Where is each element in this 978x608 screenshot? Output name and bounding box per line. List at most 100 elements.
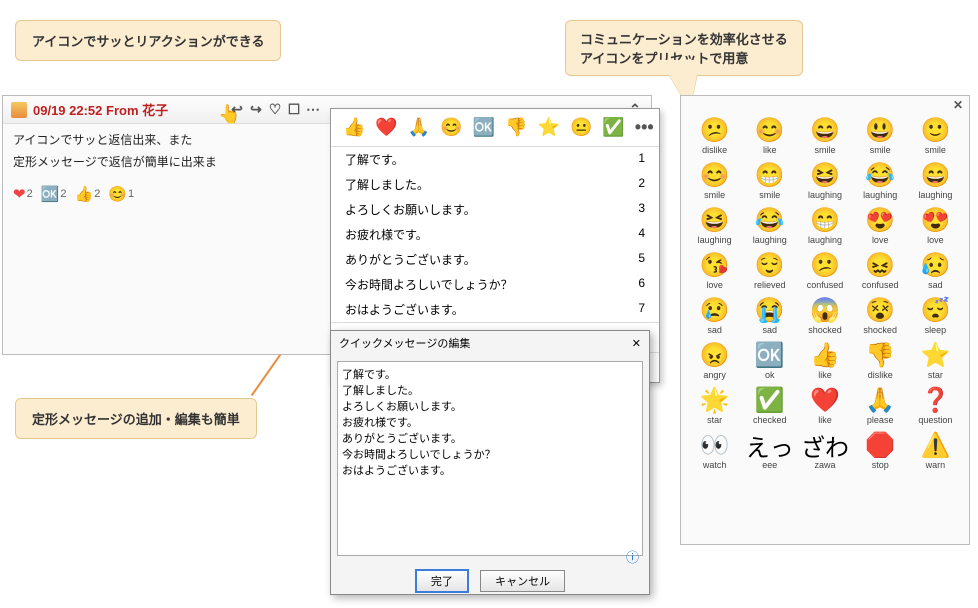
- emoji-love[interactable]: 😘love: [687, 249, 742, 292]
- emoji-angry[interactable]: 😠angry: [687, 339, 742, 382]
- emoji-shocked[interactable]: 😵shocked: [853, 294, 908, 337]
- emoji-confused[interactable]: 😕confused: [797, 249, 852, 292]
- emoji-please[interactable]: 🙏please: [853, 384, 908, 427]
- emoji-love[interactable]: 😍love: [853, 204, 908, 247]
- emoji-eee[interactable]: えっeee: [742, 429, 797, 472]
- emoji-ok[interactable]: 🆗ok: [742, 339, 797, 382]
- quick-message-item[interactable]: よろしくお願いします。3: [331, 197, 659, 222]
- emoji-label: laughing: [797, 235, 852, 245]
- quick-emoji-row: 👍 ❤️ 🙏 😊 🆗 👎 ⭐ 😐 ✅ •••: [331, 109, 659, 146]
- emoji-watch[interactable]: 👀watch: [687, 429, 742, 472]
- emoji-label: laughing: [687, 235, 742, 245]
- close-icon[interactable]: ✕: [681, 96, 969, 114]
- emoji-stop[interactable]: 🛑stop: [853, 429, 908, 472]
- checkbox-icon[interactable]: ☐: [286, 102, 302, 118]
- like-icon: ❤️: [797, 386, 852, 414]
- emoji-label: angry: [687, 370, 742, 380]
- reaction-ok[interactable]: 🆗2: [41, 185, 67, 203]
- emoji-label: love: [853, 235, 908, 245]
- emoji-sleep[interactable]: 😴sleep: [908, 294, 963, 337]
- emoji-label: smile: [687, 190, 742, 200]
- reaction-smile[interactable]: 😊1: [108, 185, 134, 203]
- thumbsdown-icon[interactable]: 👎: [505, 117, 527, 138]
- close-icon[interactable]: ✕: [632, 337, 641, 350]
- help-icon[interactable]: ⓘ: [626, 547, 639, 566]
- neutral-icon[interactable]: 😐: [570, 117, 592, 138]
- emoji-label: dislike: [853, 370, 908, 380]
- laughing-icon: 😂: [853, 161, 908, 189]
- smile-icon: 😃: [853, 116, 908, 144]
- check-icon[interactable]: ✅: [602, 117, 624, 138]
- emoji-smile[interactable]: 😁smile: [742, 159, 797, 202]
- emoji-laughing[interactable]: 😂laughing: [853, 159, 908, 202]
- emoji-label: laughing: [908, 190, 963, 200]
- ok-icon[interactable]: 🆗: [473, 117, 495, 138]
- emoji-label: like: [797, 415, 852, 425]
- quick-message-item[interactable]: 今お時間よろしいでしょうか？6: [331, 272, 659, 297]
- heart-icon[interactable]: ❤️: [375, 117, 397, 138]
- emoji-like[interactable]: ❤️like: [797, 384, 852, 427]
- emoji-warn[interactable]: ⚠️warn: [908, 429, 963, 472]
- emoji-dislike[interactable]: 👎dislike: [853, 339, 908, 382]
- quick-message-item[interactable]: 了解しました。2: [331, 172, 659, 197]
- emoji-like[interactable]: 👍like: [797, 339, 852, 382]
- star-icon: ⭐: [908, 341, 963, 369]
- emoji-laughing[interactable]: 😁laughing: [797, 204, 852, 247]
- quick-message-textarea[interactable]: [337, 361, 643, 556]
- emoji-label: confused: [853, 280, 908, 290]
- emoji-question[interactable]: ❓question: [908, 384, 963, 427]
- emoji-laughing[interactable]: 😆laughing: [687, 204, 742, 247]
- eee-icon: えっ: [742, 431, 797, 459]
- emoji-love[interactable]: 😍love: [908, 204, 963, 247]
- like-icon: 👍: [797, 341, 852, 369]
- emoji-smile[interactable]: 😄smile: [797, 114, 852, 157]
- emoji-grid: 😕dislike😊like😄smile😃smile🙂smile😊smile😁sm…: [681, 114, 969, 478]
- confused-icon: 😕: [797, 251, 852, 279]
- emoji-checked[interactable]: ✅checked: [742, 384, 797, 427]
- emoji-label: question: [908, 415, 963, 425]
- cancel-button[interactable]: キャンセル: [480, 570, 565, 592]
- emoji-star[interactable]: ⭐star: [908, 339, 963, 382]
- emoji-laughing[interactable]: 😂laughing: [742, 204, 797, 247]
- pray-icon[interactable]: 🙏: [408, 117, 430, 138]
- emoji-dislike[interactable]: 😕dislike: [687, 114, 742, 157]
- more-icon[interactable]: ⋯: [305, 102, 321, 118]
- laughing-icon: 😁: [797, 206, 852, 234]
- emoji-sad[interactable]: 😥sad: [908, 249, 963, 292]
- smile-icon[interactable]: 😊: [440, 117, 462, 138]
- quick-message-item[interactable]: おはようございます。7: [331, 297, 659, 322]
- emoji-smile[interactable]: 😃smile: [853, 114, 908, 157]
- more-emoji-icon[interactable]: •••: [635, 117, 654, 138]
- emoji-laughing[interactable]: 😆laughing: [797, 159, 852, 202]
- quick-message-item[interactable]: ありがとうございます。5: [331, 247, 659, 272]
- callout-reactions: アイコンでサッとリアクションができる: [15, 20, 281, 61]
- emoji-sad[interactable]: 😢sad: [687, 294, 742, 337]
- emoji-laughing[interactable]: 😄laughing: [908, 159, 963, 202]
- emoji-relieved[interactable]: 😌relieved: [742, 249, 797, 292]
- quick-message-item[interactable]: お疲れ様です。4: [331, 222, 659, 247]
- emoji-label: shocked: [853, 325, 908, 335]
- star-icon[interactable]: ⭐: [538, 117, 560, 138]
- reaction-heart[interactable]: ❤2: [13, 185, 33, 203]
- emoji-label: shocked: [797, 325, 852, 335]
- emoji-sad[interactable]: 😭sad: [742, 294, 797, 337]
- callout-edit: 定形メッセージの追加・編集も簡単: [15, 398, 257, 439]
- forward-icon[interactable]: ↪: [248, 102, 264, 118]
- emoji-zawa[interactable]: ざわzawa: [797, 429, 852, 472]
- thumbsup-icon[interactable]: 👍: [343, 117, 365, 138]
- emoji-label: warn: [908, 460, 963, 470]
- emoji-smile[interactable]: 😊smile: [687, 159, 742, 202]
- shocked-icon: 😱: [797, 296, 852, 324]
- shocked-icon: 😵: [853, 296, 908, 324]
- emoji-shocked[interactable]: 😱shocked: [797, 294, 852, 337]
- emoji-smile[interactable]: 🙂smile: [908, 114, 963, 157]
- quick-message-item[interactable]: 了解です。1: [331, 147, 659, 172]
- confused-icon: 😖: [853, 251, 908, 279]
- heart-icon[interactable]: ♡: [267, 102, 283, 118]
- laughing-icon: 😄: [908, 161, 963, 189]
- reaction-thumbsup[interactable]: 👍2: [75, 185, 101, 203]
- emoji-confused[interactable]: 😖confused: [853, 249, 908, 292]
- ok-button[interactable]: 完了: [415, 569, 469, 593]
- emoji-star[interactable]: 🌟star: [687, 384, 742, 427]
- emoji-like[interactable]: 😊like: [742, 114, 797, 157]
